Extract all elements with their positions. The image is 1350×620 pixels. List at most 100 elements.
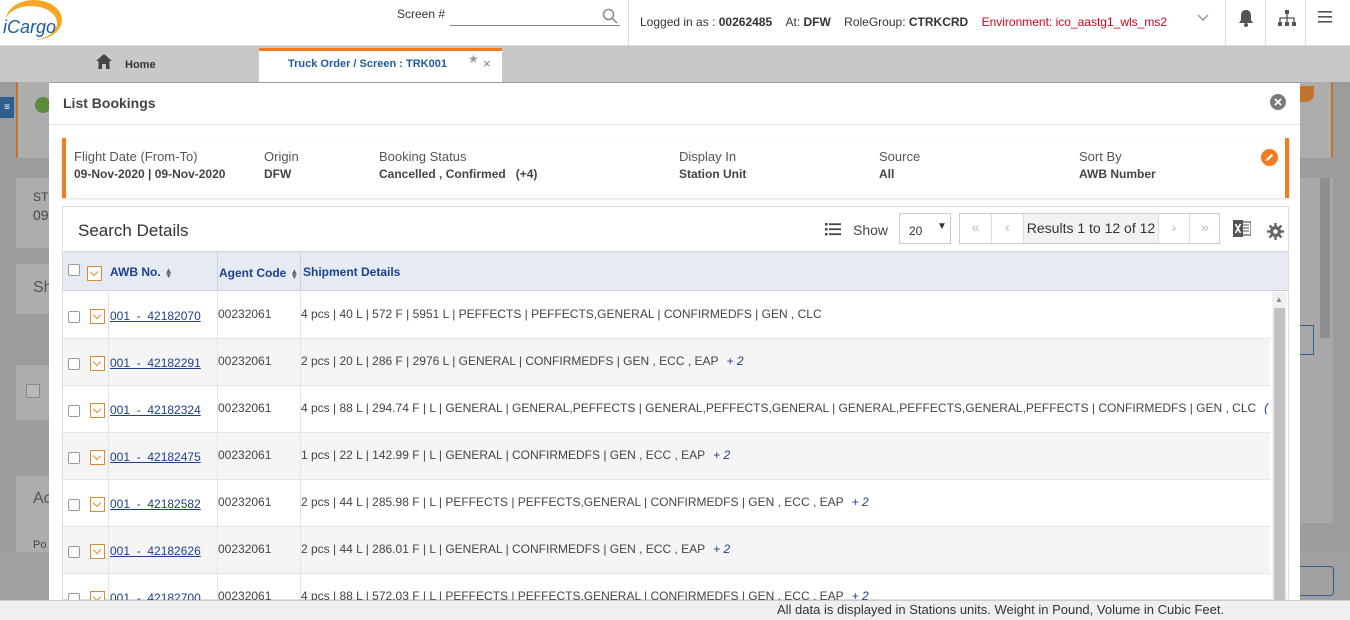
filter-more-count[interactable]: (+4) xyxy=(516,167,538,181)
shipment-details-text: 4 pcs | 88 L | 294.74 F | L | GENERAL | … xyxy=(301,401,1257,415)
user-id: 00262485 xyxy=(718,15,773,29)
close-icon[interactable] xyxy=(1270,94,1286,110)
shipment-details: 4 pcs | 40 L | 572 F | 5951 L | PEFFECTS… xyxy=(301,307,830,321)
expand-all-dropdown[interactable] xyxy=(87,266,102,281)
sort-icon[interactable]: ▲ ▼ xyxy=(165,266,173,279)
table-row[interactable]: 001 - 42182475 00232061 1 pcs | 22 L | 1… xyxy=(63,433,1270,480)
more-codes-link[interactable]: + 2 xyxy=(852,495,869,509)
awb-link[interactable]: 001 - 42182626 xyxy=(110,544,201,558)
column-divider xyxy=(217,252,218,291)
environment-label: Environment: ico_aastg1_wls_ms2 xyxy=(981,15,1167,29)
search-results-panel: Search Details Show 20 ▼ « ‹ Results 1 t… xyxy=(62,206,1289,600)
column-header-agent-code[interactable]: Agent Code ▲ ▼ xyxy=(219,266,298,280)
rolegroup-value: CTRKCRD xyxy=(908,15,969,29)
filter-value: DFW xyxy=(264,167,292,181)
tab-truck-order-label[interactable]: Truck Order / Screen : TRK001 xyxy=(288,58,447,70)
filter-label: Source xyxy=(879,149,921,164)
more-codes-link[interactable]: + 2 xyxy=(713,542,730,556)
chevron-down-icon[interactable] xyxy=(1196,11,1210,25)
results-title: Search Details xyxy=(78,221,189,240)
first-page-icon[interactable]: « xyxy=(960,214,992,243)
next-page-icon[interactable]: › xyxy=(1158,214,1190,243)
row-expand-dropdown[interactable] xyxy=(90,450,105,465)
select-all-checkbox[interactable] xyxy=(68,264,80,276)
row-expand-dropdown[interactable] xyxy=(90,591,105,600)
tab-home[interactable]: Home xyxy=(125,59,156,71)
side-toggle-icon[interactable]: ≡ xyxy=(0,97,14,118)
scroll-up-icon[interactable]: ▲ xyxy=(1275,295,1283,304)
star-icon[interactable]: ★ xyxy=(468,52,479,66)
login-info: Logged in as : 00262485 At: DFW RoleGrou… xyxy=(640,15,1167,29)
row-expand-dropdown[interactable] xyxy=(90,497,105,512)
table-row[interactable]: 001 - 42182291 00232061 2 pcs | 20 L | 2… xyxy=(63,339,1270,386)
bell-icon[interactable] xyxy=(1238,9,1254,27)
search-icon[interactable] xyxy=(602,8,618,24)
excel-export-icon[interactable] xyxy=(1233,220,1251,237)
background-text: Po xyxy=(33,539,47,551)
agent-code: 00232061 xyxy=(218,542,272,556)
row-expand-dropdown[interactable] xyxy=(90,403,105,418)
shipment-details-text: 1 pcs | 22 L | 142.99 F | L | GENERAL | … xyxy=(301,448,706,462)
caret-down-icon[interactable]: ▼ xyxy=(937,221,947,232)
row-expand-dropdown[interactable] xyxy=(90,544,105,559)
row-checkbox[interactable] xyxy=(68,405,80,417)
gear-icon[interactable] xyxy=(1267,223,1284,240)
edit-filter-icon[interactable] xyxy=(1261,149,1278,166)
row-checkbox[interactable] xyxy=(68,546,80,558)
background-checkbox xyxy=(26,384,40,398)
awb-link[interactable]: 001 - 42182475 xyxy=(110,450,201,464)
shipment-details-text: 2 pcs | 44 L | 285.98 F | L | PEFFECTS |… xyxy=(301,495,844,509)
more-codes-link[interactable]: + 2 xyxy=(852,589,869,600)
awb-link[interactable]: 001 - 42182291 xyxy=(110,356,201,370)
screen-number-input[interactable] xyxy=(450,7,620,26)
sort-icon[interactable]: ▲ ▼ xyxy=(290,267,298,280)
icargo-logo[interactable]: iCargo xyxy=(0,0,64,44)
row-expand-dropdown[interactable] xyxy=(90,356,105,371)
row-checkbox[interactable] xyxy=(68,311,80,323)
list-view-icon[interactable] xyxy=(825,223,841,236)
row-expand-dropdown[interactable] xyxy=(90,309,105,324)
background-button xyxy=(1300,325,1314,355)
vertical-scrollbar[interactable]: ▲ xyxy=(1272,292,1287,600)
list-bookings-modal: List Bookings Flight Date (From-To) 09-N… xyxy=(49,83,1300,600)
awb-link[interactable]: 001 - 42182700 xyxy=(110,591,201,600)
more-codes-link[interactable]: ( xyxy=(1264,401,1268,415)
table-row[interactable]: 001 - 42182324 00232061 4 pcs | 88 L | 2… xyxy=(63,386,1270,433)
shipment-details: 2 pcs | 44 L | 286.01 F | L | GENERAL | … xyxy=(301,542,730,556)
table-row[interactable]: 001 - 42182626 00232061 2 pcs | 44 L | 2… xyxy=(63,527,1270,574)
home-icon[interactable] xyxy=(96,54,112,69)
column-header-shipment-details: Shipment Details xyxy=(303,265,401,279)
hierarchy-icon[interactable] xyxy=(1278,10,1296,26)
column-divider xyxy=(108,339,109,386)
last-page-icon[interactable]: » xyxy=(1189,214,1221,243)
awb-link[interactable]: 001 - 42182070 xyxy=(110,309,201,323)
awb-link[interactable]: 001 - 42182324 xyxy=(110,403,201,417)
filter-value-text: Cancelled , Confirmed xyxy=(379,167,506,181)
table-header: AWB No. ▲ ▼ Agent Code ▲ ▼ Shipment Details xyxy=(63,251,1288,291)
awb-link[interactable]: 001 - 42182582 xyxy=(110,497,201,511)
row-checkbox[interactable] xyxy=(68,452,80,464)
hamburger-menu-icon[interactable] xyxy=(1318,11,1332,23)
previous-page-icon[interactable]: ‹ xyxy=(992,214,1024,243)
filter-value: Station Unit xyxy=(679,167,747,181)
shipment-details: 2 pcs | 44 L | 285.98 F | L | PEFFECTS |… xyxy=(301,495,869,509)
svg-text:iCargo: iCargo xyxy=(3,17,56,37)
row-checkbox[interactable] xyxy=(68,499,80,511)
filter-flight-date: Flight Date (From-To) 09-Nov-2020 | 09-N… xyxy=(74,149,225,181)
row-checkbox[interactable] xyxy=(68,358,80,370)
table-row[interactable]: 001 - 42182070 00232061 4 pcs | 40 L | 5… xyxy=(63,292,1270,339)
background-scrollbar xyxy=(1320,178,1330,338)
scrollbar-thumb[interactable] xyxy=(1274,308,1285,600)
agent-code: 00232061 xyxy=(218,448,272,462)
more-codes-link[interactable]: + 2 xyxy=(727,354,744,368)
more-codes-link[interactable]: + 2 xyxy=(713,448,730,462)
row-checkbox[interactable] xyxy=(68,593,80,600)
column-divider xyxy=(300,252,301,291)
table-row[interactable]: 001 - 42182582 00232061 2 pcs | 44 L | 2… xyxy=(63,480,1270,527)
divider xyxy=(628,0,629,46)
close-tab-icon[interactable]: × xyxy=(483,56,491,71)
show-label: Show xyxy=(853,222,889,238)
column-header-awb[interactable]: AWB No. ▲ ▼ xyxy=(110,265,173,279)
shipment-details-text: 4 pcs | 40 L | 572 F | 5951 L | PEFFECTS… xyxy=(301,307,822,321)
table-row[interactable]: 001 - 42182700 00232061 4 pcs | 88 L | 5… xyxy=(63,574,1270,600)
